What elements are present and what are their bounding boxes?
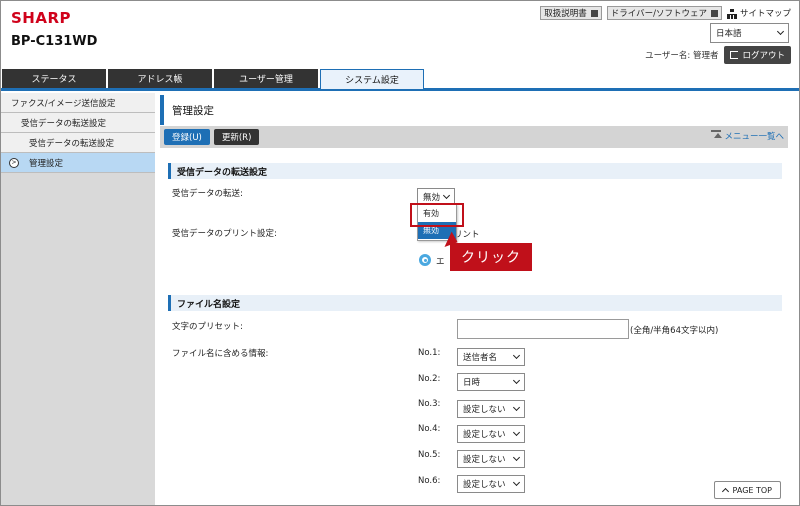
no3-select[interactable]: 設定しない xyxy=(457,400,525,418)
page-title: 管理設定 xyxy=(160,95,799,125)
section-forward-settings: 受信データの転送設定 xyxy=(168,163,782,179)
chevron-down-icon xyxy=(512,453,521,462)
back-to-top-icon xyxy=(711,130,723,142)
sidebar-item-forward-settings-sub[interactable]: 受信データの転送設定 xyxy=(1,133,155,153)
main-tabs: ステータス アドレス帳 ユーザー管理 システム設定 xyxy=(1,69,799,91)
radio-label: エ xyxy=(436,257,445,267)
chevron-down-icon xyxy=(512,478,521,487)
user-name-label: ユーザー名: 管理者 xyxy=(645,51,719,61)
no5-select[interactable]: 設定しない xyxy=(457,450,525,468)
no1-label: No.1: xyxy=(418,348,441,358)
include-info-label: ファイル名に含める情報: xyxy=(172,349,269,359)
header-links: 取扱説明書 ドライバー/ソフトウェア サイトマップ xyxy=(540,6,791,20)
transfer-label: 受信データの転送: xyxy=(172,189,243,199)
section-file-name: ファイル名設定 xyxy=(168,295,782,311)
language-select[interactable]: 日本語 xyxy=(710,23,789,43)
no4-label: No.4: xyxy=(418,424,441,434)
update-button[interactable]: 更新(R) xyxy=(213,129,260,145)
sidebar-item-admin-settings[interactable]: > 管理設定 xyxy=(1,153,155,173)
tab-system-settings[interactable]: システム設定 xyxy=(320,69,424,89)
chevron-down-icon xyxy=(512,351,521,360)
sidebar-item-fax-image-send[interactable]: ファクス/イメージ送信設定 xyxy=(1,93,155,113)
no5-label: No.5: xyxy=(418,450,441,460)
main-content: 管理設定 登録(U) 更新(R) メニュー一覧へ 受信データの転送設定 受信デー… xyxy=(160,93,799,505)
print-option-text: リント xyxy=(454,230,480,240)
page-top-button[interactable]: PAGE TOP xyxy=(713,481,781,499)
sitemap-link[interactable]: サイトマップ xyxy=(726,7,791,19)
external-link-icon xyxy=(590,9,598,17)
tab-address-book[interactable]: アドレス帳 xyxy=(108,69,212,88)
sidebar-item-forward-settings[interactable]: 受信データの転送設定 xyxy=(1,113,155,133)
chevron-right-icon: > xyxy=(9,157,19,168)
tab-status[interactable]: ステータス xyxy=(2,69,106,88)
no2-select[interactable]: 日時 xyxy=(457,373,525,391)
external-link-icon xyxy=(710,9,718,17)
print-settings-label: 受信データのプリント設定: xyxy=(172,229,277,239)
chevron-down-icon xyxy=(442,191,451,199)
no2-label: No.2: xyxy=(418,374,441,384)
logout-button[interactable]: ログアウト xyxy=(724,46,791,64)
menu-list-link[interactable]: メニュー一覧へ xyxy=(711,130,784,142)
chevron-down-icon xyxy=(512,403,521,412)
no3-label: No.3: xyxy=(418,399,441,409)
tab-user-management[interactable]: ユーザー管理 xyxy=(214,69,318,88)
print-radio[interactable] xyxy=(419,254,431,266)
no6-select[interactable]: 設定しない xyxy=(457,475,525,493)
register-button[interactable]: 登録(U) xyxy=(164,129,210,145)
click-callout: クリック xyxy=(450,243,532,271)
chevron-down-icon xyxy=(776,27,785,36)
preset-label: 文字のプリセット: xyxy=(172,322,243,332)
sidebar: ファクス/イメージ送信設定 受信データの転送設定 受信データの転送設定 > 管理設… xyxy=(1,93,155,505)
chevron-up-icon xyxy=(721,487,729,496)
sitemap-icon xyxy=(726,8,737,19)
action-toolbar: 登録(U) 更新(R) メニュー一覧へ xyxy=(160,126,788,148)
browser-page: SHARP BP-C131WD 取扱説明書 ドライバー/ソフトウェア サイトマッ… xyxy=(0,0,800,506)
no1-select[interactable]: 送信者名 xyxy=(457,348,525,366)
sharp-logo: SHARP xyxy=(11,9,72,27)
no6-label: No.6: xyxy=(418,476,441,486)
chevron-down-icon xyxy=(512,376,521,385)
user-area: ユーザー名: 管理者 ログアウト xyxy=(645,46,791,64)
highlight-box xyxy=(410,203,464,227)
logout-icon xyxy=(730,51,739,59)
chevron-down-icon xyxy=(512,428,521,437)
preset-hint: (全角/半角64文字以内) xyxy=(630,326,719,336)
model-name: BP-C131WD xyxy=(11,34,98,49)
preset-input[interactable] xyxy=(457,319,629,339)
manual-link[interactable]: 取扱説明書 xyxy=(540,6,602,20)
driver-link[interactable]: ドライバー/ソフトウェア xyxy=(606,6,722,20)
no4-select[interactable]: 設定しない xyxy=(457,425,525,443)
